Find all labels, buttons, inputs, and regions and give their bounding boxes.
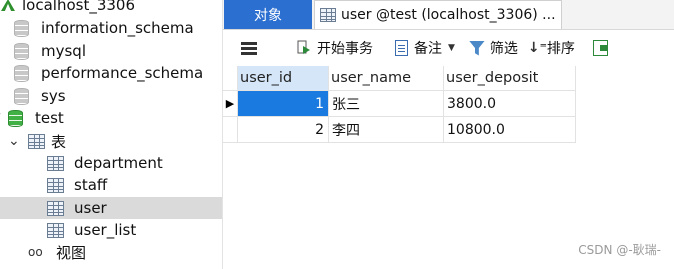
current-row-arrow-icon: ▶	[225, 97, 235, 110]
sort-button[interactable]: ↓⁼ 排序	[524, 33, 579, 63]
filter-button[interactable]: 筛选	[465, 33, 522, 63]
table-icon	[47, 200, 64, 216]
tree-item-table-staff[interactable]: staff	[0, 174, 222, 196]
database-label: test	[35, 109, 64, 127]
begin-transaction-button[interactable]: 开始事务	[293, 33, 377, 63]
column-header-user-name[interactable]: user_name	[329, 66, 444, 91]
table-label: department	[74, 154, 163, 172]
chevron-down-icon[interactable]: ˅	[0, 112, 2, 125]
cell-user-deposit[interactable]: 10800.0	[444, 117, 576, 143]
database-label: performance_schema	[41, 64, 204, 82]
tab-objects[interactable]: 对象	[224, 0, 312, 29]
table-label: user	[74, 199, 107, 217]
memo-icon	[395, 40, 408, 56]
tree-item-table-user[interactable]: user	[0, 197, 222, 219]
table-row[interactable]: 2 李四 10800.0	[223, 117, 576, 143]
column-header-user-id[interactable]: user_id	[238, 66, 329, 91]
sort-icon: ↓⁼	[527, 40, 548, 56]
begin-transaction-label: 开始事务	[317, 41, 373, 57]
tree-item-mysql[interactable]: mysql	[0, 40, 222, 62]
database-label: information_schema	[41, 19, 194, 37]
sort-label: 排序	[546, 41, 575, 57]
tree-item-performance-schema[interactable]: performance_schema	[0, 62, 222, 84]
row-indicator: ▶	[223, 91, 238, 117]
row-indicator	[223, 117, 238, 143]
database-label: sys	[41, 87, 66, 105]
filter-icon	[468, 40, 485, 56]
navigation-tree: localhost_3306 information_schema mysql …	[0, 0, 223, 269]
glasses-icon: oo	[28, 245, 43, 259]
table-icon	[47, 155, 64, 171]
tree-item-sys[interactable]: sys	[0, 85, 222, 107]
tree-item-views-group[interactable]: oo 视图	[0, 241, 222, 263]
grid-header: user_id user_name user_deposit	[223, 66, 576, 91]
cell-user-deposit[interactable]: 3800.0	[444, 91, 576, 117]
export-icon[interactable]	[592, 40, 608, 56]
table-icon	[320, 8, 336, 22]
connection-label: localhost_3306	[22, 0, 136, 14]
cell-user-id[interactable]: 1	[238, 91, 329, 117]
watermark: CSDN @-耿瑞-	[578, 243, 661, 257]
table-icon	[47, 222, 64, 238]
data-grid: user_id user_name user_deposit ▶ 1 张三 38…	[223, 66, 674, 269]
tree-item-test[interactable]: ˅ test	[0, 107, 222, 129]
toolbar: 开始事务 备注 ▼ 筛选 ↓⁼ 排序	[223, 30, 674, 66]
tables-group-label: 表	[51, 132, 67, 151]
memo-label: 备注	[414, 41, 442, 57]
database-icon	[14, 42, 29, 60]
menu-icon[interactable]	[241, 41, 257, 55]
tab-objects-label: 对象	[254, 7, 282, 24]
memo-button[interactable]: 备注 ▼	[391, 33, 465, 63]
tree-item-information-schema[interactable]: information_schema	[0, 17, 222, 39]
table-label: staff	[74, 176, 108, 194]
tree-item-table-user-list[interactable]: user_list	[0, 219, 222, 241]
transaction-icon	[297, 40, 310, 54]
tables-folder-icon	[28, 133, 45, 149]
chevron-down-icon[interactable]: ⌄	[8, 133, 22, 149]
tab-user-label: user @test (localhost_3306) ...	[341, 7, 556, 23]
table-label: user_list	[74, 221, 137, 239]
tab-user-table[interactable]: user @test (localhost_3306) ...	[314, 0, 562, 29]
cell-user-id[interactable]: 2	[238, 117, 329, 143]
column-header-user-deposit[interactable]: user_deposit	[444, 66, 576, 91]
row-indicator-header	[223, 66, 238, 91]
tree-item-tables-group[interactable]: ⌄ 表	[0, 130, 222, 152]
caret-down-icon[interactable]: ▼	[448, 43, 455, 53]
tab-bar: 对象 user @test (localhost_3306) ...	[223, 0, 674, 30]
connection-icon	[1, 0, 15, 11]
tree-item-table-department[interactable]: department	[0, 152, 222, 174]
tree-item-connection[interactable]: localhost_3306	[0, 0, 222, 16]
database-icon	[14, 64, 29, 82]
database-icon	[14, 87, 29, 105]
cell-user-name[interactable]: 张三	[329, 91, 444, 117]
filter-label: 筛选	[489, 41, 518, 57]
database-icon	[14, 19, 29, 37]
table-icon	[47, 177, 64, 193]
table-row[interactable]: ▶ 1 张三 3800.0	[223, 91, 576, 117]
database-label: mysql	[41, 42, 86, 60]
database-open-icon	[8, 109, 23, 127]
cell-user-name[interactable]: 李四	[329, 117, 444, 143]
views-group-label: 视图	[56, 243, 87, 262]
